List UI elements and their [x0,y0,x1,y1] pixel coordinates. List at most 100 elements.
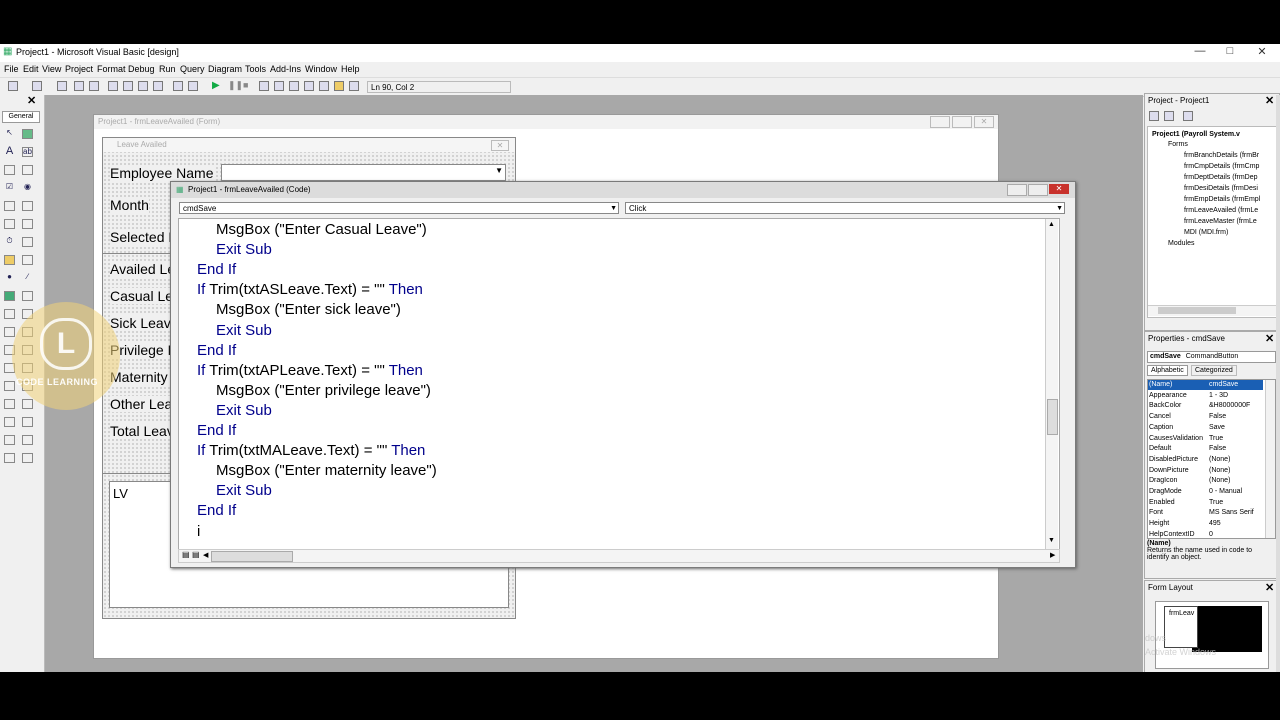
open-project-icon[interactable] [74,81,84,91]
property-row[interactable]: DownPicture (None) [1148,466,1262,476]
optionbutton-icon[interactable]: ◉ [22,183,33,193]
form-layout-icon[interactable] [289,81,299,91]
hscrollbar-icon[interactable] [4,219,15,229]
tab-alphabetic[interactable]: Alphabetic [1147,365,1188,376]
richtextbox-icon[interactable] [22,453,33,463]
paste-icon[interactable] [138,81,148,91]
redo-icon[interactable] [188,81,198,91]
toolbar-control-icon[interactable] [4,381,15,391]
property-row[interactable]: Font MS Sans Serif [1148,508,1262,518]
form-layout-close-icon[interactable]: ✕ [1265,581,1274,594]
combobox-icon[interactable] [4,201,15,211]
view-code-icon[interactable] [1149,111,1159,121]
menu-query[interactable]: Query [180,64,205,74]
property-row[interactable]: CausesValidation True [1148,434,1262,444]
ide-vscrollbar[interactable] [1276,95,1280,672]
procedure-view-icon[interactable]: ▤ [182,550,190,559]
form-max-icon[interactable] [952,116,972,128]
calendar-icon[interactable] [4,435,15,445]
property-row[interactable]: (Name) cmdSave [1148,380,1263,390]
frame-icon[interactable] [4,165,15,175]
project-hscroll-thumb[interactable] [1158,307,1236,314]
code-hscroll-thumb[interactable] [211,551,293,562]
property-row[interactable]: BackColor &H8000000F [1148,401,1262,411]
save-project-icon[interactable] [89,81,99,91]
add-project-icon[interactable] [8,81,18,91]
menu-project[interactable]: Project [65,64,93,74]
menu-run[interactable]: Run [159,64,176,74]
progressbar-icon[interactable] [4,399,15,409]
properties-window-icon[interactable] [274,81,284,91]
object-browser-icon[interactable] [304,81,314,91]
break-icon[interactable]: ❚❚ [228,80,243,91]
minimize-icon[interactable]: — [1185,45,1215,59]
picturebox-icon[interactable] [22,129,33,139]
menu-help[interactable]: Help [341,64,360,74]
properties-object-combo[interactable]: cmdSave CommandButton [1147,351,1276,363]
project-root-node[interactable]: Project1 (Payroll System.v [1152,131,1240,138]
adodc-icon[interactable] [4,327,15,337]
maximize-icon[interactable]: □ [1215,45,1245,59]
object-combo[interactable]: cmdSave ▼ [179,202,619,214]
scroll-down-icon[interactable]: ▼ [1048,537,1055,544]
tree-item[interactable]: frmCmpDetails (frmCmp [1184,163,1259,170]
modules-folder-node[interactable]: Modules [1168,240,1194,247]
menu-add-ins[interactable]: Add-Ins [270,64,301,74]
form-layout-thumb[interactable]: frmLeav [1164,606,1198,648]
shape-icon[interactable]: ● [4,273,15,283]
property-row[interactable]: Enabled True [1148,498,1262,508]
datepicker-icon[interactable] [22,435,33,445]
property-row[interactable]: DisabledPicture (None) [1148,455,1262,465]
menu-edit[interactable]: Edit [23,64,39,74]
property-row[interactable]: HelpContextID 0 [1148,530,1262,538]
project-hscrollbar[interactable] [1148,305,1276,316]
leave-form-close-icon[interactable]: ✕ [491,140,509,151]
slider-icon[interactable] [22,399,33,409]
project-explorer-icon[interactable] [259,81,269,91]
properties-vscrollbar[interactable] [1265,380,1275,538]
menu-window[interactable]: Window [305,64,337,74]
end-icon[interactable]: ■ [243,80,248,90]
code-close-icon[interactable]: ✕ [1049,184,1069,194]
imagelist-icon[interactable] [4,417,15,427]
checkbox-icon[interactable]: ☑ [4,183,15,193]
property-row[interactable]: Caption Save [1148,423,1262,433]
scroll-left-icon[interactable]: ◀ [203,551,208,559]
tree-item[interactable]: frmDesiDetails (frmDesi [1184,185,1258,192]
tree-item[interactable]: frmBranchDetails (frmBr [1184,152,1259,159]
project-close-icon[interactable]: ✕ [1265,94,1274,107]
code-max-icon[interactable] [1028,184,1048,196]
find-icon[interactable] [153,81,163,91]
property-row[interactable]: Height 495 [1148,519,1262,529]
full-module-view-icon[interactable]: ▤ [192,550,200,559]
property-row[interactable]: DragIcon (None) [1148,476,1262,486]
form-min-icon[interactable] [930,116,950,128]
menu-editor-icon[interactable] [57,81,67,91]
cut-icon[interactable] [108,81,118,91]
property-row[interactable]: Cancel False [1148,412,1262,422]
undo-icon[interactable] [173,81,183,91]
toolbox-tab-general[interactable]: General [2,111,40,123]
menu-diagram[interactable]: Diagram [208,64,242,74]
copy-icon[interactable] [123,81,133,91]
menu-view[interactable]: View [42,64,61,74]
close-icon[interactable]: ✕ [1247,45,1277,59]
start-icon[interactable]: ▶ [212,80,220,91]
toggle-folders-icon[interactable] [1183,111,1193,121]
code-min-icon[interactable] [1007,184,1027,196]
property-row[interactable]: Appearance 1 - 3D [1148,391,1262,401]
listbox-icon[interactable] [22,201,33,211]
tree-item[interactable]: frmEmpDetails (frmEmpl [1184,196,1260,203]
procedure-combo[interactable]: Click ▼ [625,202,1065,214]
line-icon[interactable]: ∕ [22,273,33,283]
properties-close-icon[interactable]: ✕ [1265,332,1274,345]
pointer-icon[interactable]: ↖ [4,129,15,139]
scroll-right-icon[interactable]: ▶ [1050,551,1055,559]
add-form-icon[interactable] [32,81,42,91]
commondialog-icon[interactable] [4,453,15,463]
filelistbox-icon[interactable] [22,255,33,265]
property-row[interactable]: Default False [1148,444,1262,454]
menu-file[interactable]: File [4,64,19,74]
tree-item[interactable]: frmLeaveMaster (frmLe [1184,218,1257,225]
ole-icon[interactable] [4,309,15,319]
